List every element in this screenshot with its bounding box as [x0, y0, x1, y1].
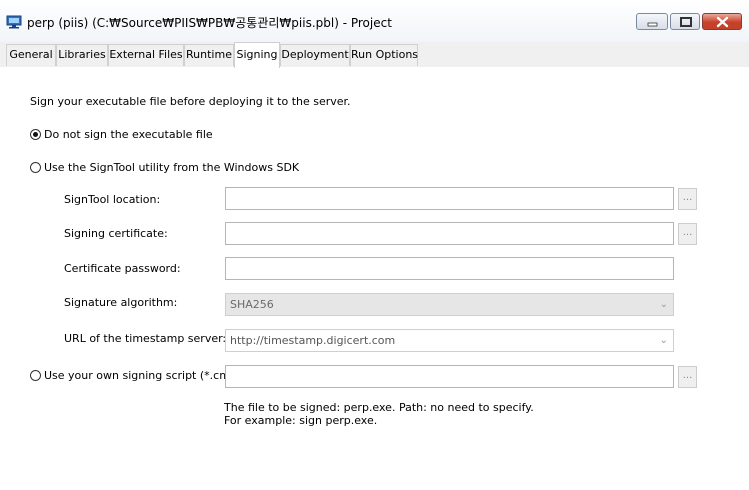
- close-button[interactable]: [702, 13, 742, 30]
- radio-own-script[interactable]: Use your own signing script (*.cmd): [30, 369, 241, 382]
- signature-algorithm-select[interactable]: SHA256 ⌄: [225, 293, 674, 316]
- signtool-browse-button[interactable]: ...: [678, 188, 697, 210]
- signing-panel: Sign your executable file before deployi…: [0, 67, 749, 490]
- timestamp-url-combo[interactable]: http://timestamp.digicert.com ⌄: [225, 329, 674, 352]
- radio-label: Use your own signing script (*.cmd): [44, 369, 242, 382]
- minimize-button[interactable]: [636, 13, 668, 30]
- minimize-icon: [647, 22, 658, 27]
- maximize-button[interactable]: [670, 13, 700, 30]
- certificate-password-label: Certificate password:: [64, 262, 181, 275]
- maximize-icon: [680, 17, 692, 27]
- chevron-down-icon: ⌄: [659, 335, 668, 346]
- signtool-location-label: SignTool location:: [64, 193, 161, 206]
- certificate-browse-button[interactable]: ...: [678, 223, 697, 245]
- radio-indicator[interactable]: [30, 129, 41, 140]
- radio-use-signtool[interactable]: Use the SignTool utility from the Window…: [30, 161, 299, 174]
- tab-general[interactable]: General: [6, 44, 56, 66]
- radio-do-not-sign[interactable]: Do not sign the executable file: [30, 128, 213, 141]
- tab-strip: General Libraries External Files Runtime…: [0, 42, 749, 68]
- signing-certificate-label: Signing certificate:: [64, 227, 168, 240]
- signing-certificate-input[interactable]: [225, 222, 674, 245]
- tab-libraries[interactable]: Libraries: [56, 44, 108, 66]
- timestamp-url-label: URL of the timestamp server:: [64, 332, 227, 345]
- note-line-1: The file to be signed: perp.exe. Path: n…: [224, 401, 534, 414]
- chevron-down-icon: ⌄: [659, 299, 668, 310]
- intro-text: Sign your executable file before deployi…: [30, 95, 351, 108]
- window-title: perp (piis) (C:₩Source₩PIIS₩PB₩공통관리₩piis…: [27, 16, 392, 30]
- radio-label: Do not sign the executable file: [44, 128, 213, 141]
- project-icon: [6, 15, 22, 29]
- signing-script-input[interactable]: [225, 365, 674, 388]
- tab-external-files[interactable]: External Files: [108, 44, 184, 66]
- signature-algorithm-value: SHA256: [230, 298, 274, 311]
- close-icon: [716, 16, 729, 28]
- signtool-location-input[interactable]: [225, 187, 674, 210]
- radio-label: Use the SignTool utility from the Window…: [44, 161, 300, 174]
- note-line-2: For example: sign perp.exe.: [224, 414, 378, 427]
- timestamp-url-value: http://timestamp.digicert.com: [230, 334, 396, 347]
- certificate-password-input[interactable]: [225, 257, 674, 280]
- script-browse-button[interactable]: ...: [678, 366, 697, 388]
- tab-runtime[interactable]: Runtime: [184, 44, 234, 66]
- signature-algorithm-label: Signature algorithm:: [64, 296, 178, 309]
- radio-indicator[interactable]: [30, 162, 41, 173]
- radio-indicator[interactable]: [30, 370, 41, 381]
- tab-run-options[interactable]: Run Options: [350, 44, 418, 66]
- title-bar: perp (piis) (C:₩Source₩PIIS₩PB₩공통관리₩piis…: [0, 0, 749, 43]
- tab-signing[interactable]: Signing: [234, 42, 280, 68]
- tab-deployment[interactable]: Deployment: [280, 44, 350, 66]
